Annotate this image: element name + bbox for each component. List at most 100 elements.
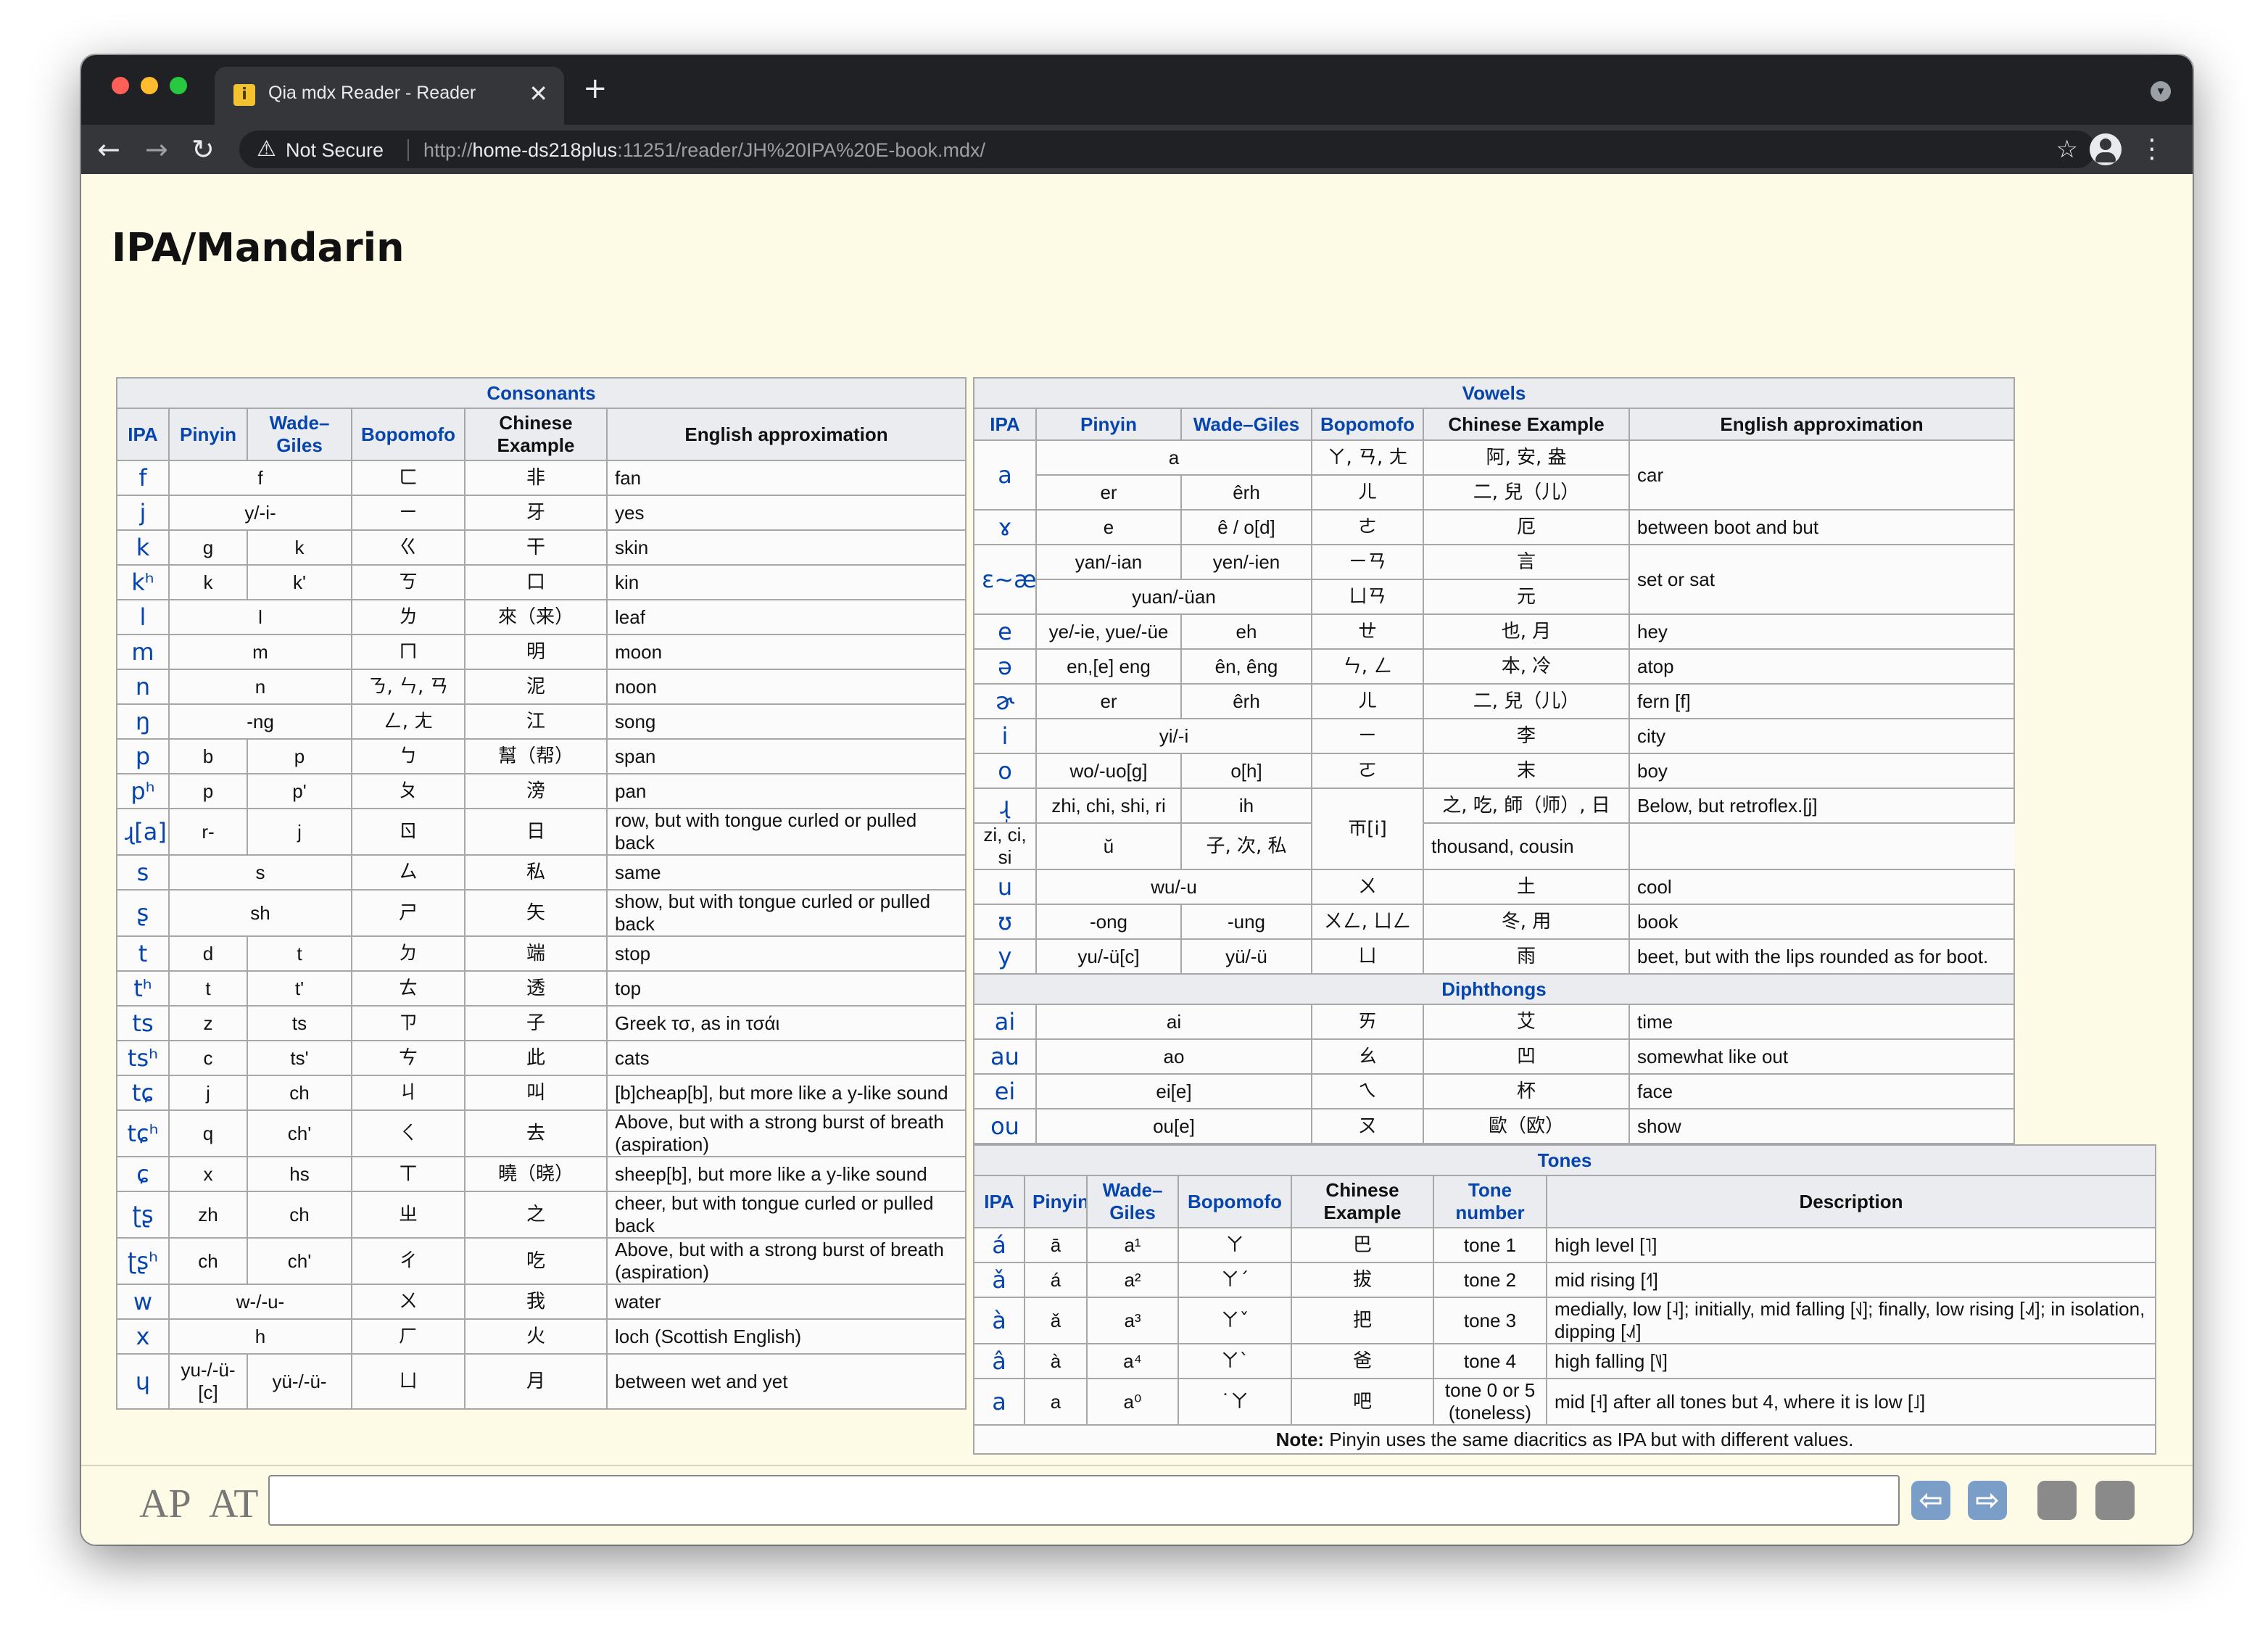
ipa-symbol[interactable]: j xyxy=(116,495,170,531)
col-pinyin[interactable]: Pinyin xyxy=(1024,1175,1088,1228)
col-pinyin[interactable]: Pinyin xyxy=(168,408,248,461)
lookup-input[interactable] xyxy=(268,1475,1900,1526)
ipa-symbol[interactable]: ɻ̩ xyxy=(973,788,1037,824)
ipa-symbol[interactable]: ɚ xyxy=(973,683,1037,719)
ipa-symbol[interactable]: o xyxy=(973,753,1037,789)
vowel-row: ɤeê / o[d] ㄜ厄 between boot and but xyxy=(973,509,2015,545)
ipa-symbol[interactable]: kʰ xyxy=(116,564,170,600)
ipa-symbol[interactable]: ʈʂʰ xyxy=(116,1237,170,1285)
ipa-symbol[interactable]: k xyxy=(116,529,170,566)
col-pinyin[interactable]: Pinyin xyxy=(1035,408,1182,441)
ipa-symbol[interactable]: m xyxy=(116,634,170,670)
minimize-window-button[interactable] xyxy=(141,77,158,94)
ipa-symbol[interactable]: ʈʂ xyxy=(116,1191,170,1239)
ipa-symbol[interactable]: ɻ[a] xyxy=(116,808,170,856)
bookmark-star-icon[interactable]: ☆ xyxy=(2056,135,2078,164)
col-ipa[interactable]: IPA xyxy=(116,408,170,461)
ipa-symbol[interactable]: i xyxy=(973,718,1037,754)
zoom-window-button[interactable] xyxy=(170,77,187,94)
chinese-example-cell: 冬, 用 xyxy=(1423,904,1630,940)
chinese-example-cell: 也, 月 xyxy=(1423,613,1630,650)
ipa-symbol[interactable]: tɕ xyxy=(116,1075,170,1111)
vowels-body: a a ㄚ, ㄢ, ㄤ阿, 安, 盎 car er êrh ㄦ二, 兒（儿） ɤ e ê / o[… xyxy=(973,439,2015,1144)
ipa-symbol[interactable]: n xyxy=(116,669,170,705)
account-icon[interactable] xyxy=(2090,133,2122,165)
ipa-symbol[interactable]: ə xyxy=(973,648,1037,685)
address-bar[interactable]: ⚠ Not Secure http://home-ds218plus:11251… xyxy=(239,131,2095,168)
ipa-symbol[interactable]: s xyxy=(116,854,170,890)
browser-toolbar: ← → ↻ ⚠ Not Secure http://home-ds218plus… xyxy=(81,125,2193,174)
not-secure-label[interactable]: Not Secure xyxy=(286,139,384,162)
forward-button[interactable]: → xyxy=(145,132,168,167)
ipa-symbol[interactable]: f xyxy=(116,460,170,496)
ipa-symbol[interactable]: x xyxy=(116,1318,170,1355)
at-button[interactable]: AT xyxy=(209,1481,258,1527)
tab-close-icon[interactable]: ✕ xyxy=(529,80,548,107)
new-tab-button[interactable]: + xyxy=(583,74,608,103)
ipa-symbol[interactable]: tsʰ xyxy=(116,1040,170,1076)
chinese-example-cell: 厄 xyxy=(1423,509,1630,545)
tool-button-1[interactable] xyxy=(2037,1481,2077,1520)
reload-button[interactable]: ↻ xyxy=(191,132,215,167)
ipa-symbol[interactable]: â xyxy=(973,1343,1025,1379)
ipa-symbol[interactable]: p xyxy=(116,738,170,774)
consonant-row: tɕʰ q ch' ㄑ去 Above, but with a strong burst … xyxy=(116,1109,967,1157)
tone-number-cell: tone 1 xyxy=(1433,1227,1547,1263)
pinyin-cell: à xyxy=(1024,1343,1088,1379)
wade-giles-cell: ch' xyxy=(247,1109,352,1157)
col-tone-number[interactable]: Tone number xyxy=(1433,1175,1547,1228)
col-wade-giles[interactable]: Wade–Giles xyxy=(1086,1175,1179,1228)
ipa-symbol[interactable]: pʰ xyxy=(116,773,170,809)
ipa-symbol[interactable]: y xyxy=(973,938,1037,975)
pinyin-cell: c xyxy=(168,1040,248,1076)
col-bopomofo[interactable]: Bopomofo xyxy=(1311,408,1424,441)
ipa-symbol[interactable]: ɛ~æ xyxy=(973,544,1037,615)
ipa-symbol[interactable]: ɥ xyxy=(116,1353,170,1410)
tool-button-2[interactable] xyxy=(2095,1481,2135,1520)
ipa-symbol[interactable]: w xyxy=(116,1284,170,1320)
ipa-symbol[interactable]: à xyxy=(973,1297,1025,1344)
ipa-symbol[interactable]: ɤ xyxy=(973,509,1037,545)
bopomofo-cell: ㄨㄥ, ㄩㄥ xyxy=(1311,904,1424,940)
pinyin-cell: ai xyxy=(1035,1004,1312,1040)
ipa-symbol[interactable]: ǎ xyxy=(973,1262,1025,1298)
ipa-symbol[interactable]: á xyxy=(973,1227,1025,1263)
col-wade-giles[interactable]: Wade–Giles xyxy=(247,408,352,461)
col-ipa[interactable]: IPA xyxy=(973,1175,1025,1228)
ipa-symbol[interactable]: u xyxy=(973,869,1037,905)
ipa-symbol[interactable]: a xyxy=(973,1378,1025,1426)
bopomofo-cell: ㄎ xyxy=(351,564,465,600)
col-bopomofo[interactable]: Bopomofo xyxy=(351,408,465,461)
pinyin-cell: g xyxy=(168,529,248,566)
ap-button[interactable]: AP xyxy=(139,1481,191,1527)
close-window-button[interactable] xyxy=(112,77,129,94)
ipa-symbol[interactable]: ts xyxy=(116,1005,170,1041)
ipa-symbol[interactable]: ʊ xyxy=(973,904,1037,940)
browser-menu-icon[interactable]: ⋮ xyxy=(2139,132,2165,167)
ipa-symbol[interactable]: a xyxy=(973,439,1037,511)
col-wade-giles[interactable]: Wade–Giles xyxy=(1180,408,1312,441)
ipa-symbol[interactable]: tɕʰ xyxy=(116,1109,170,1157)
ipa-symbol[interactable]: t xyxy=(116,935,170,972)
ipa-symbol[interactable]: ɕ xyxy=(116,1156,170,1192)
tab-search-icon[interactable]: ▾ xyxy=(2151,81,2171,102)
english-approx-cell: city xyxy=(1628,718,2015,754)
pinyin-cell: zhi, chi, shi, ri xyxy=(1035,788,1182,824)
bopomofo-cell: ㄇ xyxy=(351,634,465,670)
tab-reader[interactable]: i Qia mdx Reader - Reader ✕ xyxy=(215,67,564,125)
ipa-symbol[interactable]: e xyxy=(973,613,1037,650)
chinese-example-cell: 子 xyxy=(464,1005,608,1041)
ipa-symbol[interactable]: tʰ xyxy=(116,970,170,1007)
consonant-row: ʂ sh ㄕ矢 show, but with tongue curled or pul… xyxy=(116,889,967,937)
url-text[interactable]: http://home-ds218plus:11251/reader/JH%20… xyxy=(423,139,985,162)
col-bopomofo[interactable]: Bopomofo xyxy=(1178,1175,1292,1228)
english-approx-cell: sheep[b], but more like a y-like sound xyxy=(606,1156,967,1192)
ipa-symbol[interactable]: ŋ xyxy=(116,703,170,740)
col-ipa[interactable]: IPA xyxy=(973,408,1037,441)
back-button[interactable]: ← xyxy=(97,132,120,167)
previous-arrow-icon[interactable]: ⇦ xyxy=(1911,1481,1950,1520)
next-arrow-icon[interactable]: ⇨ xyxy=(1968,1481,2007,1520)
ipa-symbol[interactable]: ʂ xyxy=(116,889,170,937)
ipa-symbol[interactable]: l xyxy=(116,599,170,635)
consonant-row: ŋ -ng ㄥ, ㄤ江 song xyxy=(116,703,967,740)
